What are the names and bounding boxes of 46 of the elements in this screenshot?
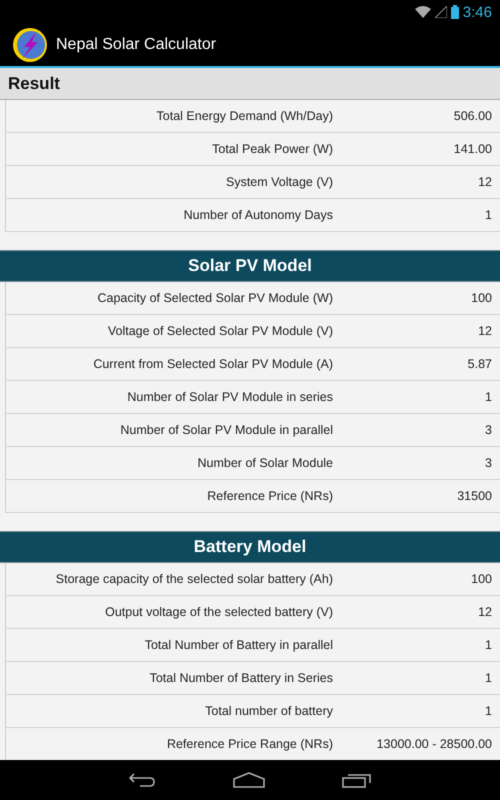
row-label: Total Number of Battery in parallel: [144, 638, 333, 652]
row-label: Output voltage of the selected battery (V): [104, 605, 333, 619]
wifi-icon: [414, 6, 431, 18]
row-label: Reference Price Range (NRs): [166, 737, 333, 751]
row-label: Total Peak Power (W): [211, 142, 333, 156]
row-value: 31500: [456, 489, 493, 503]
row-value: 3: [484, 456, 493, 470]
row-value: 12: [477, 175, 493, 189]
row-label: Number of Solar Module: [196, 456, 333, 470]
section-header: Result: [0, 68, 500, 100]
row-value: 1: [484, 390, 493, 404]
app-title: Nepal Solar Calculator: [56, 36, 216, 54]
row-value: 12: [477, 605, 493, 619]
row-label: Number of Solar PV Module in series: [126, 390, 333, 404]
row-value: 100: [470, 291, 493, 305]
row-value: 141.00: [452, 142, 493, 156]
app-logo-icon: [12, 27, 48, 63]
home-icon[interactable]: [232, 772, 265, 788]
row-value: 506.00: [452, 109, 493, 123]
row-value: 1: [484, 671, 493, 685]
row-label: Storage capacity of the selected solar battery (Ah): [54, 572, 333, 586]
row-value: 5.87: [466, 357, 493, 371]
clock-time: 3:46: [462, 4, 492, 20]
signal-icon: [434, 6, 447, 18]
row-label: Number of Autonomy Days: [182, 208, 333, 222]
row-label: Number of Solar PV Module in parallel: [119, 423, 333, 437]
row-value: 13000.00 - 28500.00: [376, 737, 493, 751]
recent-apps-icon[interactable]: [342, 772, 372, 788]
row-label: Reference Price (NRs): [206, 489, 333, 503]
back-icon[interactable]: [128, 772, 156, 788]
section-banner: Solar PV Model: [0, 250, 500, 282]
row-value: 100: [470, 572, 493, 586]
row-label: Capacity of Selected Solar PV Module (W): [96, 291, 333, 305]
row-value: 1: [484, 638, 493, 652]
row-label: Total Energy Demand (Wh/Day): [156, 109, 333, 123]
row-label: Total number of battery: [204, 704, 333, 718]
row-value: 12: [477, 324, 493, 338]
battery-icon: [450, 5, 459, 19]
section-banner: Battery Model: [0, 531, 500, 563]
row-label: System Voltage (V): [225, 175, 333, 189]
row-label: Voltage of Selected Solar PV Module (V): [106, 324, 333, 338]
row-value: 1: [484, 704, 493, 718]
row-value: 1: [484, 208, 493, 222]
row-label: Current from Selected Solar PV Module (A): [92, 357, 333, 371]
row-label: Total Number of Battery in Series: [148, 671, 333, 685]
row-value: 3: [484, 423, 493, 437]
